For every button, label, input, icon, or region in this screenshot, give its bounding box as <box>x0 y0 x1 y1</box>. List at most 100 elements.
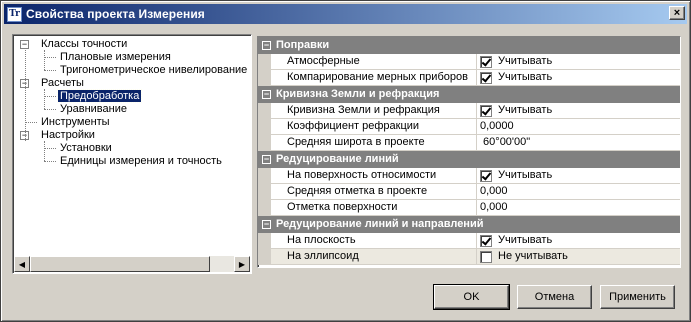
property-name: На поверхность относимости <box>271 168 477 183</box>
close-button[interactable]: × <box>669 6 685 20</box>
tree-connector <box>44 70 56 71</box>
property-value[interactable]: 60°00'00" <box>477 135 680 150</box>
property-row[interactable]: На плоскость Учитывать <box>258 233 680 249</box>
scroll-left-button[interactable]: ◀ <box>14 256 30 272</box>
tree-item[interactable]: Инструменты <box>39 116 112 129</box>
collapse-icon[interactable]: − <box>262 220 271 229</box>
tree-item-label: Инструменты <box>41 116 110 128</box>
checkbox-checked[interactable] <box>480 55 492 68</box>
property-row[interactable]: Средняя отметка в проекте 0,000 <box>258 184 680 200</box>
property-row[interactable]: Атмосферные Учитывать <box>258 54 680 70</box>
title-bar[interactable]: Tr Свойства проекта Измерения × <box>4 4 687 24</box>
collapse-icon[interactable]: − <box>262 41 271 50</box>
row-gutter <box>258 168 271 183</box>
property-value[interactable]: 0,000 <box>477 200 680 215</box>
row-gutter <box>258 249 271 264</box>
row-gutter <box>258 184 271 199</box>
properties-dialog: Tr Свойства проекта Измерения × Классы т… <box>0 0 691 322</box>
row-gutter <box>258 135 271 150</box>
property-name: Компарирование мерных приборов <box>271 70 477 85</box>
property-value-text: 0,000 <box>480 185 508 197</box>
settings-tree[interactable]: Классы точности − Плановые измерения Тригон… <box>12 34 252 274</box>
tree-item[interactable]: Расчеты <box>39 77 86 90</box>
tree-item[interactable]: Установки <box>58 142 114 155</box>
row-gutter <box>258 70 271 85</box>
property-value-text: 60°00'00" <box>480 136 531 148</box>
app-icon: Tr <box>7 6 22 22</box>
checkbox-checked[interactable] <box>480 169 492 182</box>
property-value-text: Учитывать <box>498 234 553 246</box>
property-value-text: Учитывать <box>498 55 553 67</box>
property-name: Атмосферные <box>271 54 477 69</box>
scroll-right-button[interactable]: ▶ <box>234 256 250 272</box>
ok-button[interactable]: OK <box>433 284 510 310</box>
category-header[interactable]: − Редуцирование линий <box>258 151 680 168</box>
category-header[interactable]: − Кривизна Земли и рефракция <box>258 86 680 103</box>
scroll-track[interactable] <box>30 256 234 272</box>
property-name: Средняя отметка в проекте <box>271 184 477 199</box>
horizontal-scrollbar[interactable]: ◀ ▶ <box>14 256 250 272</box>
apply-button[interactable]: Применить <box>600 285 675 309</box>
checkbox-checked[interactable] <box>480 234 492 247</box>
property-value[interactable]: Учитывать <box>477 233 680 248</box>
property-value-text: Учитывать <box>498 71 553 83</box>
tree-connector <box>44 141 45 161</box>
row-gutter <box>258 119 271 134</box>
category-header[interactable]: − Поправки <box>258 37 680 54</box>
property-value[interactable]: Учитывать <box>477 103 680 118</box>
property-value[interactable]: Не учитывать <box>477 249 680 264</box>
tree-connector <box>44 148 56 149</box>
tree-item[interactable]: Единицы измерения и точность <box>58 155 224 168</box>
property-row[interactable]: На поверхность относимости Учитывать <box>258 168 680 184</box>
tree-connector <box>44 89 45 109</box>
property-value[interactable]: 0,000 <box>477 184 680 199</box>
tree-connector <box>25 122 37 123</box>
tree-item-label: Настройки <box>41 129 95 141</box>
checkbox-checked[interactable] <box>480 71 492 84</box>
property-row[interactable]: Кривизна Земли и рефракция Учитывать <box>258 103 680 119</box>
collapse-icon[interactable]: − <box>262 90 271 99</box>
tree-item-label: Классы точности <box>41 38 128 50</box>
property-grid[interactable]: − Поправки Атмосферные Учитывать Компарирова… <box>257 36 681 268</box>
tree-connector <box>44 50 45 70</box>
tree-item[interactable]: Предобработка <box>56 89 143 103</box>
tree-item-label: Единицы измерения и точность <box>60 155 222 167</box>
property-value-text: Учитывать <box>498 104 553 116</box>
tree-item-label: Установки <box>60 142 112 154</box>
property-value[interactable]: 0,0000 <box>477 119 680 134</box>
tree-item[interactable]: Уравнивание <box>58 103 129 116</box>
tree-connector <box>25 50 26 141</box>
cancel-button[interactable]: Отмена <box>517 285 592 309</box>
row-gutter <box>258 200 271 215</box>
tree-item-label: Плановые измерения <box>60 51 171 63</box>
row-gutter <box>258 233 271 248</box>
checkbox-checked[interactable] <box>480 104 492 117</box>
row-gutter <box>258 103 271 118</box>
tree-item[interactable]: Классы точности <box>39 38 129 51</box>
tree-item[interactable]: Плановые измерения <box>58 51 173 64</box>
property-value[interactable]: Учитывать <box>477 70 680 85</box>
expand-collapse-icon[interactable]: − <box>20 40 29 49</box>
property-row[interactable]: Коэффициент рефракции 0,0000 <box>258 119 680 135</box>
checkbox-unchecked[interactable] <box>480 250 492 263</box>
property-row[interactable]: На эллипсоид Не учитывать <box>258 249 680 265</box>
property-value[interactable]: Учитывать <box>477 54 680 69</box>
property-value-text: Не учитывать <box>498 250 568 262</box>
tree-connector <box>44 161 56 162</box>
scroll-thumb[interactable] <box>30 256 210 272</box>
property-row[interactable]: Компарирование мерных приборов Учитывать <box>258 70 680 86</box>
tree-item-label: Предобработка <box>56 89 143 103</box>
property-row[interactable]: Отметка поверхности 0,000 <box>258 200 680 216</box>
property-name: На плоскость <box>271 233 477 248</box>
property-row[interactable]: Средняя широта в проекте 60°00'00" <box>258 135 680 151</box>
property-name: Кривизна Земли и рефракция <box>271 103 477 118</box>
property-value[interactable]: Учитывать <box>477 168 680 183</box>
tree-item[interactable]: Настройки <box>39 129 97 142</box>
category-header[interactable]: − Редуцирование линий и направлений <box>258 216 680 233</box>
property-name: Отметка поверхности <box>271 200 477 215</box>
collapse-icon[interactable]: − <box>262 155 271 164</box>
property-value-text: 0,0000 <box>480 120 514 132</box>
tree-connector <box>44 57 56 58</box>
category-title: Редуцирование линий <box>276 153 399 165</box>
tree-item[interactable]: Тригонометрическое нивелирование <box>58 64 249 77</box>
